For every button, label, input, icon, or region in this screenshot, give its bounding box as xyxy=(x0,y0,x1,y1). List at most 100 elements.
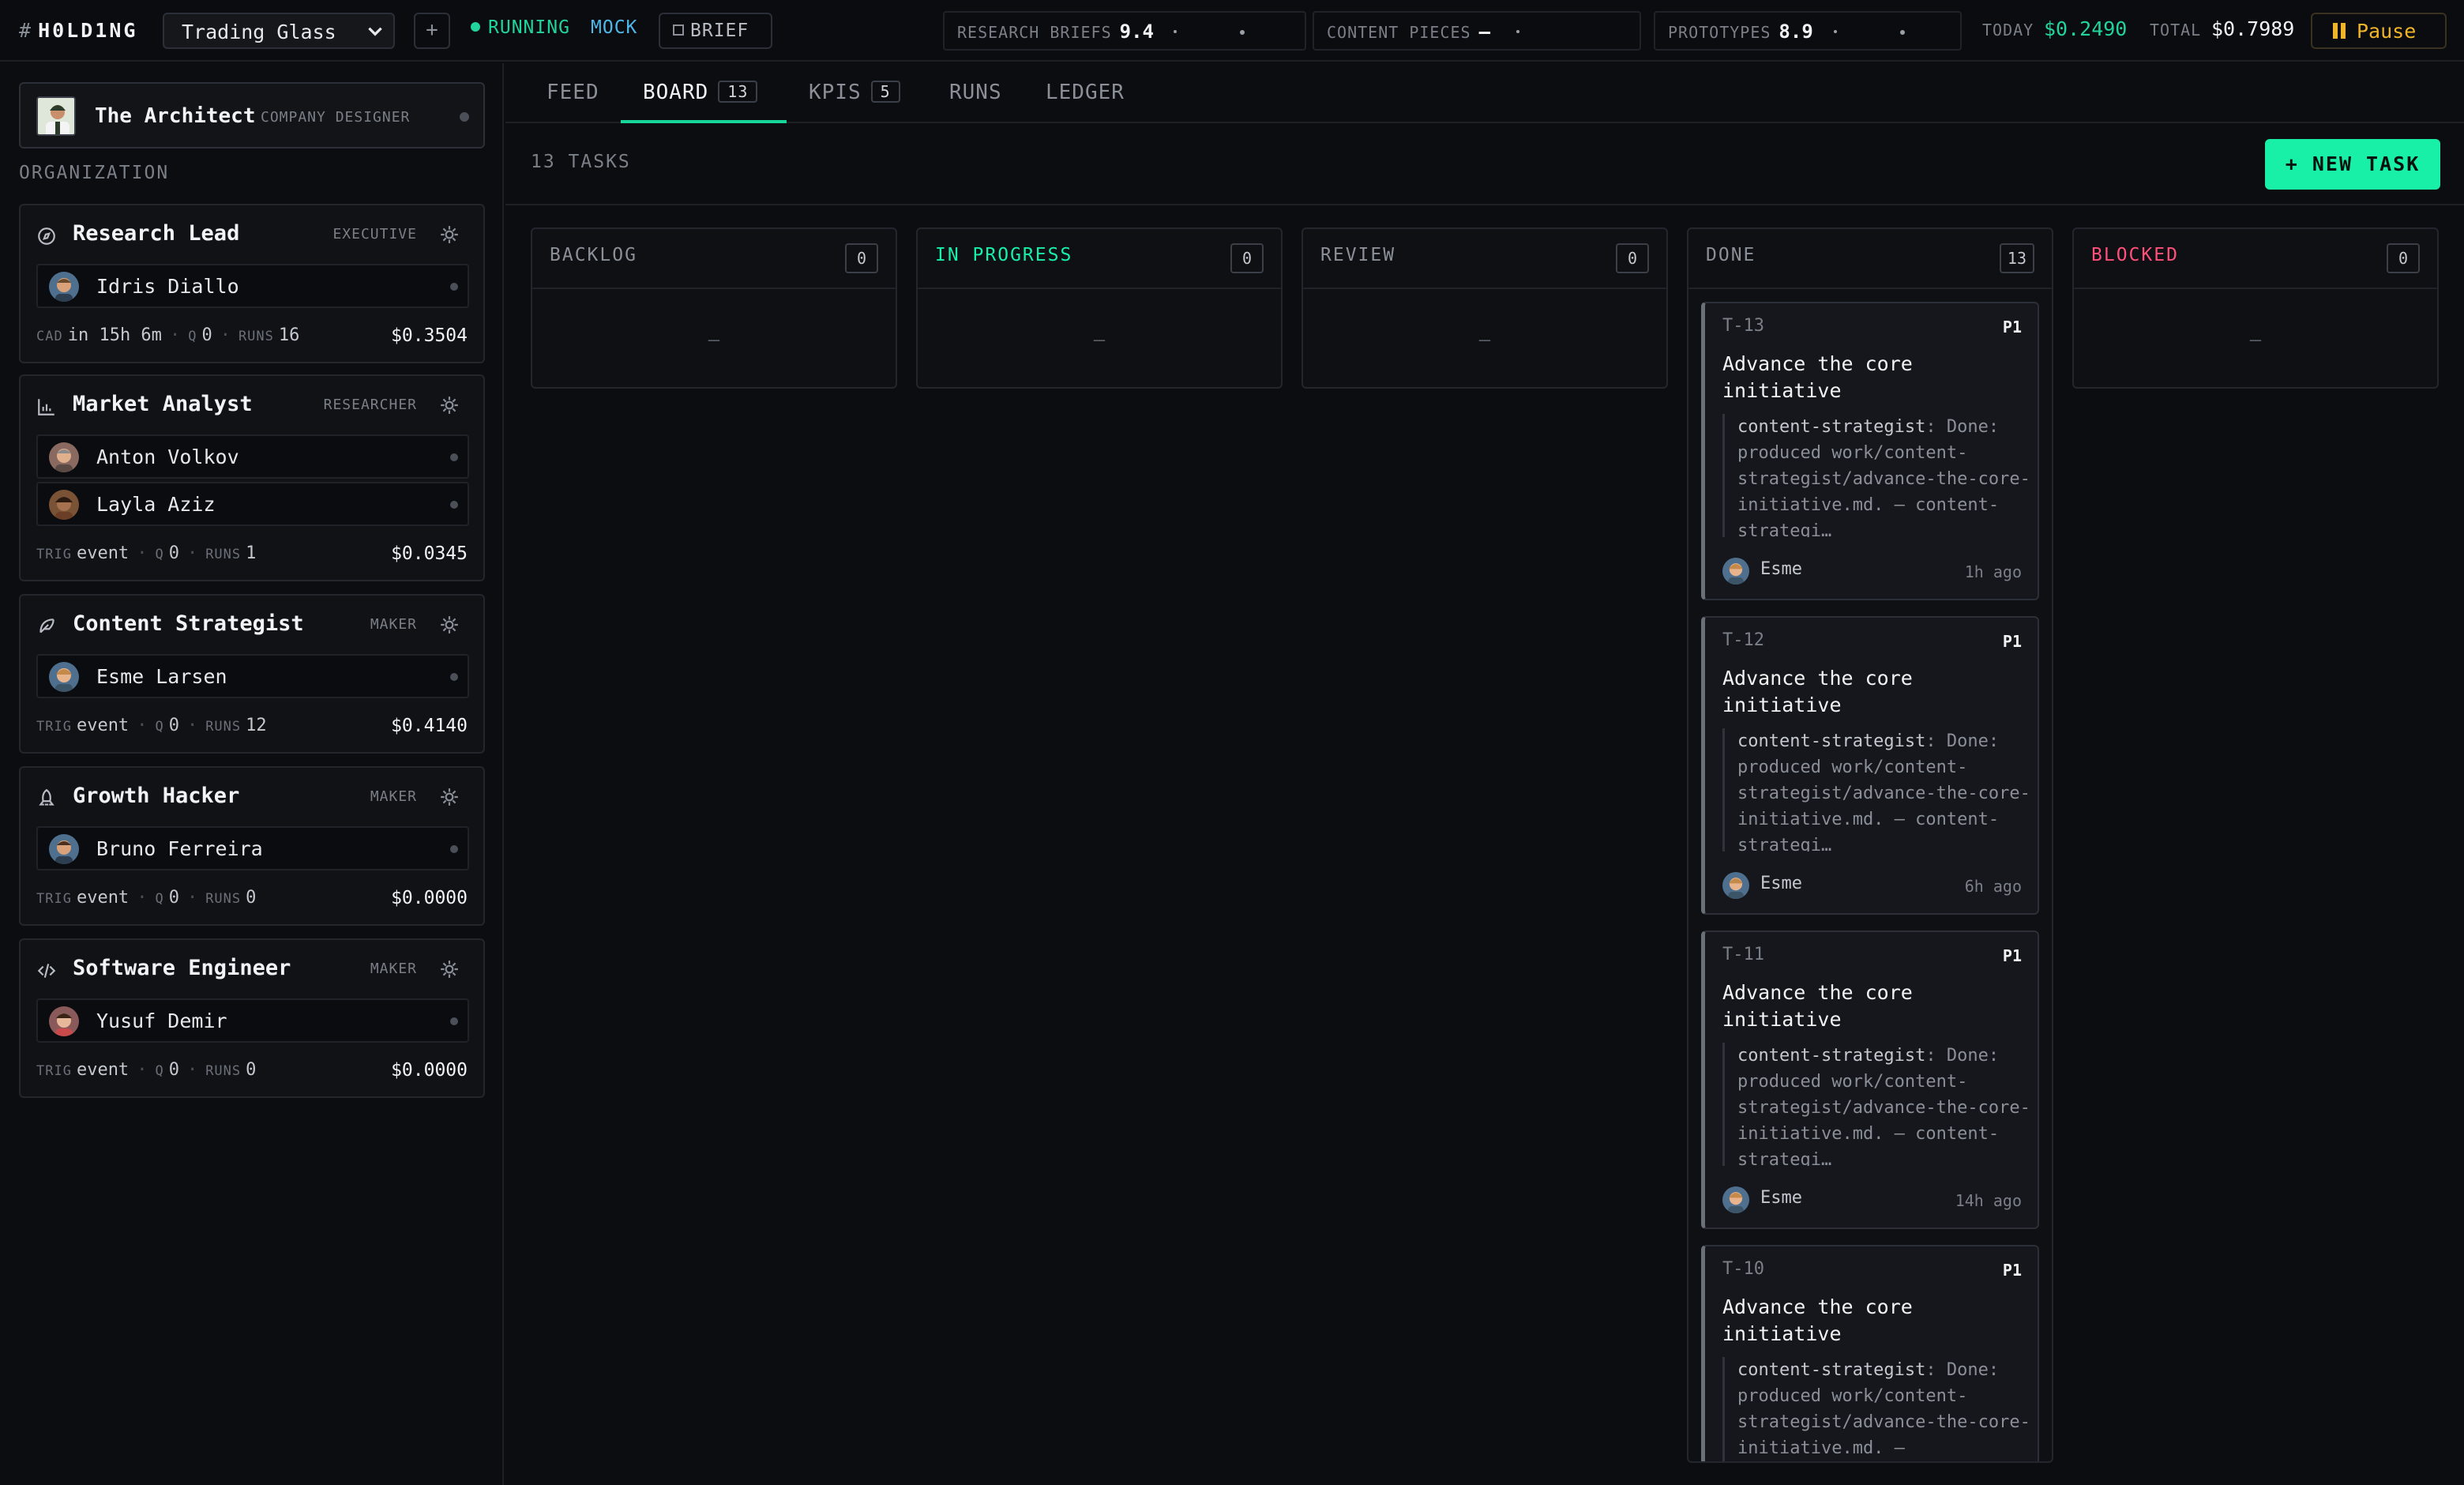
kpi-spark-icon xyxy=(1516,30,1519,33)
kpi-value: 8.9 xyxy=(1779,21,1813,43)
agent-row[interactable]: Esme Larsen xyxy=(36,654,469,698)
timestamp: 6h ago xyxy=(1964,877,2022,896)
task-card[interactable]: T-10 P1 Advance the core initiative cont… xyxy=(1701,1245,2039,1461)
meta-key: TRIG xyxy=(36,891,72,907)
priority-badge: P1 xyxy=(2002,946,2022,965)
task-title: Advance the core initiative xyxy=(1722,1295,1913,1345)
meta-key: RUNS xyxy=(238,329,274,344)
avatar xyxy=(49,442,79,472)
column-title: DONE xyxy=(1706,245,1756,265)
active-tab-indicator xyxy=(621,120,787,123)
total-label: TOTAL xyxy=(2150,21,2202,39)
status-dot-icon xyxy=(450,283,458,291)
department-cost: $0.4140 xyxy=(391,716,468,736)
agent-row[interactable]: Yusuf Demir xyxy=(36,998,469,1043)
gear-icon[interactable] xyxy=(439,224,460,245)
queue-count: 0 xyxy=(168,888,179,908)
organization-heading: ORGANIZATION xyxy=(19,163,170,183)
today-spend: $0.2490 xyxy=(2044,17,2128,40)
brand-logo[interactable]: # H0LD1NG xyxy=(19,19,137,42)
agent-row[interactable]: Anton Volkov xyxy=(36,434,469,479)
department-meta: TRIG event · Q 0 · RUNS 12 xyxy=(36,716,267,735)
status-dot-icon xyxy=(450,1017,458,1025)
gear-icon[interactable] xyxy=(439,787,460,807)
rocket-icon xyxy=(39,788,54,806)
note-author: content-strategist xyxy=(1737,1046,1926,1066)
company-select[interactable]: Trading Glass xyxy=(163,13,395,49)
empty-placeholder: — xyxy=(1093,329,1106,351)
agent-row[interactable]: Idris Diallo xyxy=(36,264,469,308)
column-done[interactable]: DONE 13 T-13 P1 Advance the core initiat… xyxy=(1687,227,2053,1463)
queue-count: 0 xyxy=(168,1060,179,1080)
view-tabs: FEED BOARD 13 KPIS 5 RUNS LEDGER xyxy=(505,63,2464,123)
column-count: 13 xyxy=(1999,243,2034,273)
meta-value: event xyxy=(76,543,130,563)
tab-feed[interactable]: FEED xyxy=(547,81,599,104)
task-id: T-13 xyxy=(1722,316,1764,336)
meta-key: Q xyxy=(155,891,164,907)
task-id: T-11 xyxy=(1722,945,1764,964)
department-software-engineer[interactable]: Software Engineer MAKER Yusuf Demir TRIG… xyxy=(19,938,485,1098)
task-card[interactable]: T-12 P1 Advance the core initiative cont… xyxy=(1701,616,2039,915)
task-card[interactable]: T-13 P1 Advance the core initiative cont… xyxy=(1701,302,2039,600)
department-tier: MAKER xyxy=(370,616,417,633)
new-task-button[interactable]: + NEW TASK xyxy=(2265,139,2440,190)
running-status: RUNNING xyxy=(471,17,570,38)
column-header: IN PROGRESS 0 xyxy=(918,229,1281,289)
total-spend: $0.7989 xyxy=(2211,17,2295,40)
department-name: Market Analyst xyxy=(73,392,253,416)
add-company-button[interactable]: + xyxy=(414,13,450,49)
kpi-prototypes[interactable]: PROTOTYPES 8.9 xyxy=(1654,11,1962,51)
agent-name: Esme Larsen xyxy=(96,665,227,688)
department-growth-hacker[interactable]: Growth Hacker MAKER Bruno Ferreira TRIG e… xyxy=(19,766,485,926)
task-note: content-strategist: Done: produced work/… xyxy=(1722,1357,2030,1461)
department-cost: $0.3504 xyxy=(391,325,468,346)
agent-row[interactable]: Bruno Ferreira xyxy=(36,826,469,870)
column-count: 0 xyxy=(1616,243,1649,273)
brief-button[interactable]: BRIEF xyxy=(659,13,772,49)
kpi-content-pieces[interactable]: CONTENT PIECES — xyxy=(1313,11,1641,51)
department-research-lead[interactable]: Research Lead EXECUTIVE Idris Diallo CAD… xyxy=(19,204,485,363)
pause-button[interactable]: Pause xyxy=(2311,13,2447,49)
person-icon xyxy=(1728,563,1744,585)
column-in-progress: IN PROGRESS 0 — xyxy=(916,227,1283,389)
person-icon xyxy=(55,497,73,520)
column-blocked: BLOCKED 0 — xyxy=(2072,227,2439,389)
person-icon xyxy=(1728,1192,1744,1213)
kpi-value: — xyxy=(1478,21,1491,43)
tab-runs[interactable]: RUNS xyxy=(949,81,1002,104)
runs-count: 16 xyxy=(278,325,300,345)
gear-icon[interactable] xyxy=(439,615,460,635)
gear-icon[interactable] xyxy=(439,959,460,979)
note-author: content-strategist xyxy=(1737,731,1926,751)
tab-board[interactable]: BOARD 13 xyxy=(643,81,758,104)
agent-row[interactable]: Layla Aziz xyxy=(36,482,469,526)
sidebar: The Architect COMPANY DESIGNER ORGANIZAT… xyxy=(0,63,504,1485)
tab-ledger[interactable]: LEDGER xyxy=(1046,81,1125,104)
architect-name: The Architect xyxy=(95,104,256,128)
department-market-analyst[interactable]: Market Analyst RESEARCHER Anton Volkov L… xyxy=(19,374,485,581)
tab-kpis[interactable]: KPIS 5 xyxy=(809,81,900,104)
task-note: content-strategist: Done: produced work/… xyxy=(1722,414,2030,537)
column-review: REVIEW 0 — xyxy=(1301,227,1668,389)
runs-count: 0 xyxy=(246,1060,257,1080)
department-name: Research Lead xyxy=(73,221,240,246)
department-name: Growth Hacker xyxy=(73,784,240,808)
department-name: Software Engineer xyxy=(73,956,291,980)
avatar xyxy=(49,272,79,302)
architect-card[interactable]: The Architect COMPANY DESIGNER xyxy=(19,82,485,148)
gear-icon[interactable] xyxy=(439,395,460,415)
status-dot-icon xyxy=(471,21,480,32)
brand-hash: # xyxy=(19,19,34,42)
architect-avatar xyxy=(36,96,76,136)
column-count: 0 xyxy=(2387,243,2420,273)
queue-count: 0 xyxy=(168,543,179,563)
person-icon xyxy=(55,668,73,692)
task-card[interactable]: T-11 P1 Advance the core initiative cont… xyxy=(1701,930,2039,1229)
status-dot-icon xyxy=(450,453,458,461)
department-content-strategist[interactable]: Content Strategist MAKER Esme Larsen TRI… xyxy=(19,594,485,754)
meta-value: event xyxy=(76,888,130,908)
meta-value: event xyxy=(76,716,130,735)
compass-icon xyxy=(38,227,55,245)
kpi-research-briefs[interactable]: RESEARCH BRIEFS 9.4 xyxy=(943,11,1306,51)
